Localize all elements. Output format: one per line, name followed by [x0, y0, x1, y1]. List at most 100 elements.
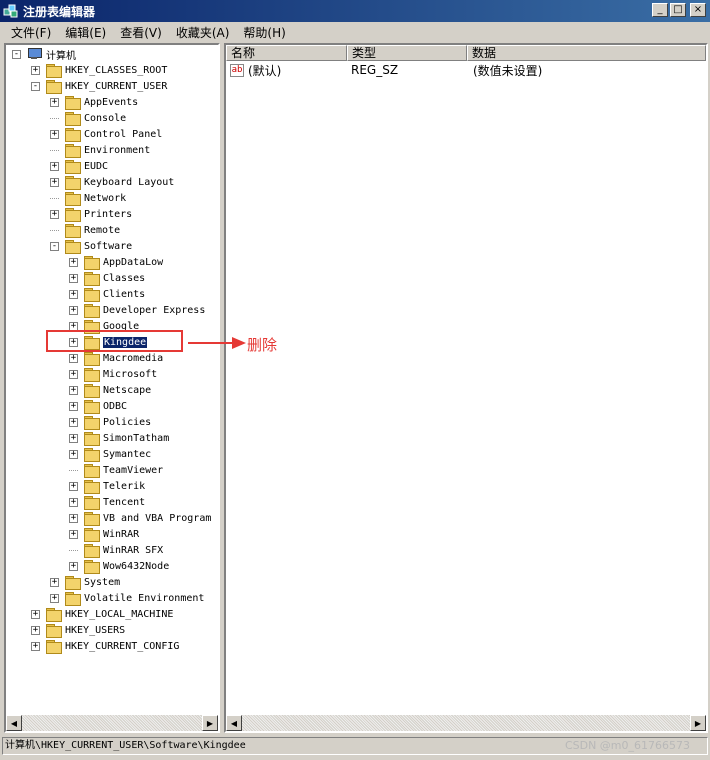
tree-node[interactable]: + HKEY_USERS	[31, 622, 125, 638]
tree-node[interactable]: - Software	[50, 238, 132, 254]
tree-node[interactable]: Network	[50, 190, 126, 206]
tree-node-label[interactable]: HKEY_LOCAL_MACHINE	[65, 609, 173, 620]
tree-node[interactable]: + HKEY_CLASSES_ROOT	[31, 62, 167, 78]
expand-icon[interactable]: +	[69, 481, 78, 491]
minimize-button[interactable]: _	[652, 3, 668, 17]
column-type-header[interactable]: 类型	[347, 45, 467, 61]
tree-node-label[interactable]: System	[84, 577, 120, 588]
expand-icon[interactable]: +	[69, 401, 78, 411]
expand-icon[interactable]: +	[69, 561, 78, 571]
expand-icon[interactable]: +	[50, 97, 59, 107]
tree-node-label[interactable]: WinRAR	[103, 529, 139, 540]
tree-node[interactable]: Console	[50, 110, 126, 126]
tree-node-label[interactable]: EUDC	[84, 161, 108, 172]
tree-node[interactable]: + HKEY_LOCAL_MACHINE	[31, 606, 173, 622]
tree-node[interactable]: Environment	[50, 142, 150, 158]
tree-node-label[interactable]: Volatile Environment	[84, 593, 204, 604]
tree-node[interactable]: + WinRAR	[69, 526, 139, 542]
tree-node-label[interactable]: 计算机	[46, 47, 76, 62]
tree-node-label[interactable]: WinRAR SFX	[103, 545, 163, 556]
tree-node[interactable]: + Keyboard Layout	[50, 174, 174, 190]
collapse-icon[interactable]: -	[31, 81, 40, 91]
tree-node-label[interactable]: HKEY_CURRENT_USER	[65, 81, 167, 92]
tree-node-label[interactable]: Environment	[84, 145, 150, 156]
tree-node-label[interactable]: Netscape	[103, 385, 151, 396]
tree-node-label[interactable]: Wow6432Node	[103, 561, 169, 572]
tree-node-label[interactable]: Printers	[84, 209, 132, 220]
tree-node[interactable]: + Symantec	[69, 446, 151, 462]
tree-node-label[interactable]: Console	[84, 113, 126, 124]
tree-node[interactable]: WinRAR SFX	[69, 542, 163, 558]
menu-edit[interactable]: 编辑(E)	[58, 24, 113, 41]
tree-node-label[interactable]: Developer Express	[103, 305, 205, 316]
tree-node-label[interactable]: Tencent	[103, 497, 145, 508]
expand-icon[interactable]: +	[31, 641, 40, 651]
column-name-header[interactable]: 名称	[226, 45, 347, 61]
tree-node[interactable]: Remote	[50, 222, 120, 238]
menu-view[interactable]: 查看(V)	[113, 24, 169, 41]
tree-horizontal-scrollbar[interactable]: ◀ ▶	[6, 715, 218, 731]
tree-node-label[interactable]: Policies	[103, 417, 151, 428]
tree-node[interactable]: + Classes	[69, 270, 145, 286]
scroll-right-icon[interactable]: ▶	[202, 715, 218, 731]
expand-icon[interactable]: +	[50, 161, 59, 171]
tree-node-label[interactable]: VB and VBA Program	[103, 513, 211, 524]
expand-icon[interactable]: +	[50, 593, 59, 603]
tree-node[interactable]: + ODBC	[69, 398, 127, 414]
expand-icon[interactable]: +	[31, 65, 40, 75]
tree-node-label[interactable]: Software	[84, 241, 132, 252]
tree-node-label[interactable]: Control Panel	[84, 129, 162, 140]
tree-node-label[interactable]: Telerik	[103, 481, 145, 492]
tree-node-label[interactable]: Network	[84, 193, 126, 204]
menu-help[interactable]: 帮助(H)	[236, 24, 292, 41]
expand-icon[interactable]: +	[69, 433, 78, 443]
scroll-right-icon[interactable]: ▶	[690, 715, 706, 731]
tree-node[interactable]: + System	[50, 574, 120, 590]
expand-icon[interactable]: +	[69, 257, 78, 267]
collapse-icon[interactable]: -	[12, 49, 21, 59]
expand-icon[interactable]: +	[50, 177, 59, 187]
expand-icon[interactable]: +	[69, 449, 78, 459]
tree-node[interactable]: + Policies	[69, 414, 151, 430]
tree-node[interactable]: TeamViewer	[69, 462, 163, 478]
tree-node-label[interactable]: Macromedia	[103, 353, 163, 364]
tree-node[interactable]: + EUDC	[50, 158, 108, 174]
expand-icon[interactable]: +	[69, 497, 78, 507]
tree-node[interactable]: - HKEY_CURRENT_USER	[31, 78, 167, 94]
collapse-icon[interactable]: -	[50, 241, 59, 251]
tree-node[interactable]: + VB and VBA Program	[69, 510, 211, 526]
tree-node-label[interactable]: ODBC	[103, 401, 127, 412]
tree-node[interactable]: + AppDataLow	[69, 254, 163, 270]
maximize-button[interactable]: □	[670, 3, 686, 17]
expand-icon[interactable]: +	[31, 609, 40, 619]
tree-node[interactable]: + Tencent	[69, 494, 145, 510]
tree-node[interactable]: + Telerik	[69, 478, 145, 494]
expand-icon[interactable]: +	[31, 625, 40, 635]
tree-node[interactable]: + Clients	[69, 286, 145, 302]
tree-node[interactable]: + Volatile Environment	[50, 590, 204, 606]
tree-node[interactable]: + AppEvents	[50, 94, 138, 110]
tree-node-label[interactable]: HKEY_USERS	[65, 625, 125, 636]
tree-node[interactable]: + SimonTatham	[69, 430, 169, 446]
tree-node-label[interactable]: Keyboard Layout	[84, 177, 174, 188]
tree-node-label[interactable]: HKEY_CURRENT_CONFIG	[65, 641, 179, 652]
expand-icon[interactable]: +	[69, 369, 78, 379]
expand-icon[interactable]: +	[69, 513, 78, 523]
tree-node-label[interactable]: TeamViewer	[103, 465, 163, 476]
tree-node[interactable]: - 计算机	[12, 46, 76, 62]
column-data-header[interactable]: 数据	[467, 45, 706, 61]
scroll-left-icon[interactable]: ◀	[226, 715, 242, 731]
values-horizontal-scrollbar[interactable]: ◀ ▶	[226, 715, 706, 731]
close-button[interactable]: ×	[690, 3, 706, 17]
expand-icon[interactable]: +	[50, 129, 59, 139]
tree-node-label[interactable]: Microsoft	[103, 369, 157, 380]
tree-node-label[interactable]: SimonTatham	[103, 433, 169, 444]
tree-node[interactable]: + Macromedia	[69, 350, 163, 366]
tree-node-label[interactable]: AppDataLow	[103, 257, 163, 268]
tree-node-label[interactable]: Remote	[84, 225, 120, 236]
expand-icon[interactable]: +	[69, 417, 78, 427]
tree-node[interactable]: + Wow6432Node	[69, 558, 169, 574]
tree-node-label[interactable]: AppEvents	[84, 97, 138, 108]
scroll-track[interactable]	[22, 715, 202, 731]
tree-node[interactable]: + Developer Express	[69, 302, 205, 318]
